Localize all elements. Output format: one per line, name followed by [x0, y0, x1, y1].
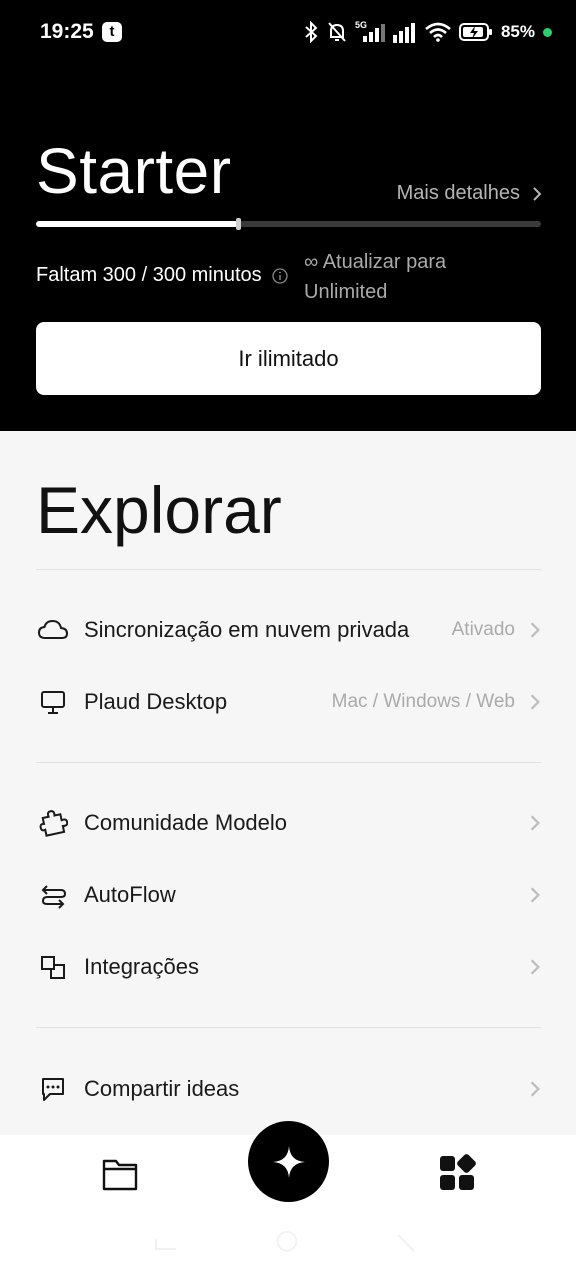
row-label: Comunidade Modelo — [84, 810, 288, 835]
status-time: 19:25 — [40, 20, 94, 43]
chevron-right-icon — [530, 815, 540, 831]
divider — [36, 762, 541, 763]
go-unlimited-button[interactable]: Ir ilimitado — [36, 322, 541, 395]
add-recording-button[interactable] — [248, 1121, 329, 1202]
back-gesture-icon[interactable] — [152, 1231, 182, 1255]
app-notification-icon: t — [102, 22, 122, 42]
plus-icon — [272, 1145, 305, 1178]
progress-marker — [236, 218, 241, 230]
privacy-indicator-dot — [543, 27, 552, 37]
share-ideas-row[interactable]: Compartir ideas — [36, 1061, 541, 1117]
row-label: Compartir ideas — [84, 1076, 240, 1101]
explore-title: Explorar — [36, 473, 282, 547]
private-cloud-sync-row[interactable]: Sincronização em nuvem privada Ativado — [36, 602, 541, 658]
plan-name: Starter — [36, 135, 232, 207]
minutes-progress-bar — [36, 218, 541, 230]
puzzle-icon — [39, 810, 68, 837]
battery-charging-icon — [458, 23, 492, 41]
chevron-right-icon — [530, 622, 540, 638]
battery-percent: 85% — [500, 22, 535, 41]
chevron-right-icon — [530, 959, 540, 975]
chevron-right-icon — [533, 186, 542, 201]
more-details-link[interactable]: Mais detalhes — [397, 182, 542, 205]
upgrade-unlimited-link[interactable]: ∞ Atualizar para Unlimited — [304, 247, 524, 307]
divider — [36, 569, 541, 570]
row-label: Integrações — [84, 954, 199, 979]
signal-icon — [392, 23, 415, 43]
bell-off-icon — [328, 22, 346, 42]
wifi-icon — [425, 22, 451, 42]
plaud-desktop-row[interactable]: Plaud Desktop Mac / Windows / Web — [36, 674, 541, 730]
plan-header: 19:25 t 5G 85% Starter Mais detalhes Fal… — [0, 0, 576, 431]
recents-gesture-icon[interactable] — [394, 1231, 420, 1255]
autoflow-icon — [41, 885, 67, 909]
progress-fill — [36, 221, 238, 227]
minutes-text: Faltam 300 / 300 minutos — [36, 264, 262, 286]
row-value: Mac / Windows / Web — [331, 691, 515, 712]
signal-5g-icon: 5G — [355, 20, 385, 42]
status-bar: 19:25 t 5G 85% — [0, 0, 576, 66]
template-community-row[interactable]: Comunidade Modelo — [36, 795, 541, 851]
folder-icon[interactable] — [100, 1155, 142, 1195]
info-icon[interactable] — [272, 267, 288, 284]
monitor-icon — [41, 691, 65, 714]
bottom-navigation — [0, 1121, 576, 1280]
divider — [36, 1027, 541, 1028]
row-label: AutoFlow — [84, 882, 176, 907]
apps-icon[interactable] — [437, 1153, 477, 1193]
home-gesture-icon[interactable] — [271, 1231, 303, 1255]
network-label: 5G — [355, 20, 367, 30]
row-label: Plaud Desktop — [84, 689, 228, 714]
more-details-label: Mais detalhes — [396, 182, 520, 204]
autoflow-row[interactable]: AutoFlow — [36, 867, 541, 923]
chat-icon — [42, 1078, 64, 1101]
integrations-icon — [41, 956, 65, 979]
chevron-right-icon — [530, 1081, 540, 1097]
row-value: Ativado — [451, 619, 515, 640]
chevron-right-icon — [530, 887, 540, 903]
row-label: Sincronização em nuvem privada — [84, 617, 410, 642]
bluetooth-icon — [305, 21, 318, 43]
integrations-row[interactable]: Integrações — [36, 939, 541, 995]
minutes-remaining: Faltam 300 / 300 minutos — [36, 264, 288, 287]
chevron-right-icon — [530, 694, 540, 710]
cloud-icon — [37, 619, 69, 639]
